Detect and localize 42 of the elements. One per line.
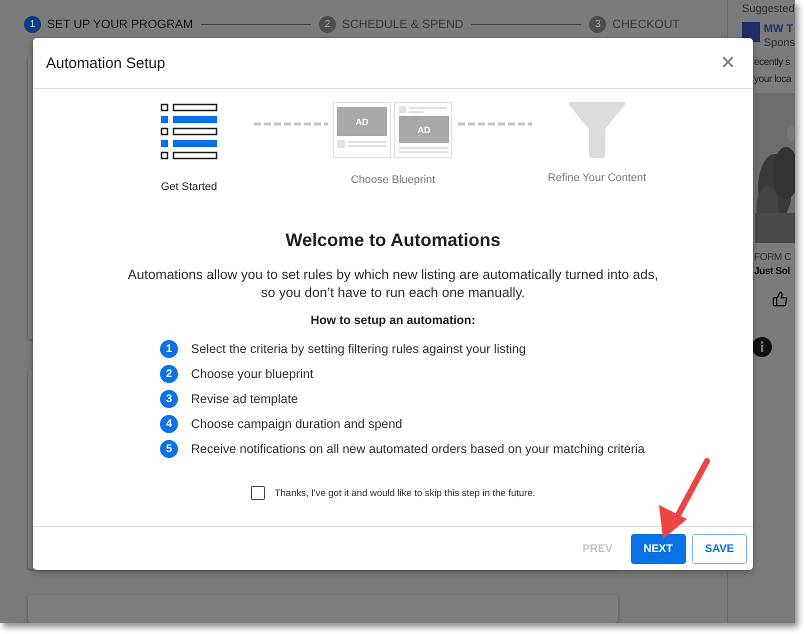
intro-paragraph: Automations allow you to set rules by which new listing are automatically turned into ads, so you don’t have to run each one manually. [126, 266, 660, 302]
step-number: 2 [160, 365, 178, 383]
step-text: Choose campaign duration and spend [191, 417, 402, 431]
wizard-step[interactable]: 2 SCHEDULE & SPEND [319, 16, 464, 33]
dialog-title: Automation Setup [46, 54, 166, 72]
step-label: Get Started [160, 181, 218, 193]
post-text: your loca [754, 73, 792, 87]
thumbs-up-icon[interactable] [772, 291, 788, 307]
step-label: Refine Your Content [548, 172, 646, 184]
funnel-icon [568, 102, 626, 158]
link-caption: FORM C [754, 251, 792, 265]
step-number: 3 [160, 390, 178, 408]
section-heading: Suggested [742, 2, 795, 16]
list-heading: How to setup an automation: [310, 313, 476, 327]
step-number: 1 [160, 340, 178, 358]
step-number: 1 [24, 16, 41, 33]
welcome-heading: Welcome to Automations [285, 230, 500, 251]
step-text: Select the criteria by setting filtering rules against your listing [191, 342, 526, 356]
checklist-icon [160, 102, 218, 162]
post-text: ecently s [754, 56, 791, 70]
step-label: SCHEDULE & SPEND [342, 17, 464, 32]
wizard-step[interactable]: 1 SET UP YOUR PROGRAM [24, 16, 194, 33]
step-number: 4 [160, 415, 178, 433]
post-title: Just Sol [754, 265, 791, 279]
close-button[interactable]: × [720, 53, 735, 73]
step-label: CHECKOUT [612, 17, 680, 32]
save-button[interactable]: SAVE [692, 534, 747, 564]
next-button[interactable]: NEXT [630, 534, 686, 564]
wizard-step[interactable]: 3 CHECKOUT [589, 16, 680, 33]
step-text: Revise ad template [191, 392, 298, 406]
step-label: SET UP YOUR PROGRAM [47, 17, 194, 32]
step-text: Receive notifications on all new automated orders based on your matching criteria [191, 442, 645, 456]
step-text: Choose your blueprint [191, 367, 314, 381]
checkbox-label: Thanks, I've got it and would like to skip this step in the future. [274, 488, 536, 498]
sponsor-caption: Spons [764, 36, 795, 50]
info-icon[interactable] [752, 337, 772, 357]
step-number: 5 [160, 440, 178, 458]
step-number: 3 [589, 16, 606, 33]
sponsor-name: MW T [764, 22, 794, 36]
step-label: Choose Blueprint [350, 174, 436, 186]
step-number: 2 [319, 16, 336, 33]
checkbox[interactable] [250, 486, 265, 500]
